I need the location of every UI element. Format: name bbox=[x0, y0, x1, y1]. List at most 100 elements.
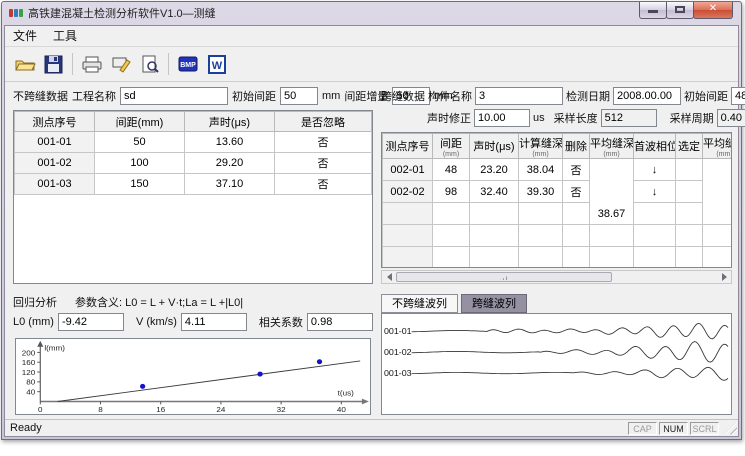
table-row[interactable]: 002-02 98 32.40 39.30 否 ↓ bbox=[383, 181, 733, 203]
window-body: 文件 工具 bbox=[4, 25, 739, 437]
v-input[interactable] bbox=[181, 313, 247, 331]
regression-chart: 08162432404080120160200l(mm)t(us) bbox=[16, 339, 370, 414]
resize-grip-icon[interactable] bbox=[724, 422, 737, 435]
col-header: 是否忽略 bbox=[275, 112, 372, 132]
svg-text:W: W bbox=[211, 60, 222, 72]
menu-file[interactable]: 文件 bbox=[5, 26, 45, 46]
table-row[interactable] bbox=[383, 247, 733, 269]
col-header: 平均缝深(mm) bbox=[703, 134, 733, 159]
col-header: 测点序号 bbox=[15, 112, 95, 132]
col-header: 首波相位 bbox=[634, 134, 676, 159]
corr-label: 相关系数 bbox=[259, 314, 303, 330]
open-folder-icon bbox=[14, 55, 36, 73]
l0-label: L0 (mm) bbox=[13, 316, 54, 328]
print-setup-button[interactable] bbox=[107, 51, 134, 78]
waveform-trace bbox=[412, 323, 728, 339]
export-word-button[interactable]: W bbox=[203, 51, 230, 78]
col-header: 测点序号 bbox=[383, 134, 433, 159]
first-wave-phase-down-icon[interactable]: ↓ bbox=[634, 181, 676, 203]
svg-text:l(mm): l(mm) bbox=[44, 344, 65, 353]
first-wave-phase-down-icon[interactable]: ↓ bbox=[634, 159, 676, 181]
corr-input[interactable] bbox=[307, 313, 373, 331]
table-row[interactable]: 002-01 48 23.20 38.04 否 38.67 ↓ bbox=[383, 159, 733, 181]
print-preview-button[interactable] bbox=[136, 51, 163, 78]
window-title: 高铁建混凝土检测分析软件V1.0—测缝 bbox=[28, 5, 216, 21]
time-corr-unit: us bbox=[533, 112, 545, 124]
project-name-label: 工程名称 bbox=[72, 88, 116, 104]
svg-text:120: 120 bbox=[22, 368, 36, 377]
save-icon bbox=[44, 55, 63, 74]
scrollbar-thumb[interactable] bbox=[396, 272, 612, 282]
app-window: 高铁建混凝土检测分析软件V1.0—测缝 ✕ 文件 工具 bbox=[1, 1, 742, 440]
col-header: 间距(mm) bbox=[433, 134, 470, 159]
sample-len-input bbox=[601, 109, 657, 127]
toolbar-separator bbox=[168, 53, 169, 75]
section-label-noncrossing: 不跨缝数据 bbox=[13, 88, 68, 104]
sample-period-input bbox=[717, 109, 745, 127]
col-header: 声时(μs) bbox=[185, 112, 275, 132]
app-icon bbox=[9, 6, 23, 20]
export-bmp-button[interactable]: BMP bbox=[174, 51, 201, 78]
wave-label: 001-03 bbox=[384, 368, 412, 378]
statusbar: Ready CAP NUM SCRL bbox=[5, 419, 738, 436]
titlebar[interactable]: 高铁建混凝土检测分析软件V1.0—测缝 ✕ bbox=[2, 2, 741, 24]
crossing-table: 测点序号 间距(mm) 声时(μs) 计算缝深(mm) 删除 平均缝深(mm) … bbox=[381, 132, 732, 268]
table-row[interactable] bbox=[383, 203, 733, 225]
avg-depth-cell[interactable]: 38.67 bbox=[590, 159, 634, 225]
init-spacing2-label: 初始间距 bbox=[684, 88, 728, 104]
crossing-panel: 跨缝数据 构件名称 检测日期 初始间距 mm 声时修正 us 采样长度 采样周期 bbox=[381, 86, 732, 284]
close-button[interactable]: ✕ bbox=[693, 2, 733, 19]
wave-label: 001-01 bbox=[384, 326, 412, 336]
section-label-crossing: 跨缝数据 bbox=[381, 88, 425, 104]
print-setup-icon bbox=[110, 55, 132, 74]
maximize-button[interactable] bbox=[666, 2, 694, 19]
init-spacing-unit: mm bbox=[322, 90, 340, 102]
wave-label: 001-02 bbox=[384, 347, 412, 357]
svg-text:80: 80 bbox=[26, 378, 36, 387]
scroll-right-icon[interactable] bbox=[718, 272, 730, 282]
svg-text:40: 40 bbox=[337, 405, 347, 414]
menubar: 文件 工具 bbox=[5, 26, 738, 47]
non-crossing-table: 测点序号 间距(mm) 声时(μs) 是否忽略 001-01 50 13.60 … bbox=[13, 110, 373, 284]
regression-chart-box: 08162432404080120160200l(mm)t(us) bbox=[15, 338, 371, 415]
date-input[interactable] bbox=[613, 87, 681, 105]
save-button[interactable] bbox=[40, 51, 67, 78]
init-spacing-input[interactable] bbox=[280, 87, 318, 105]
col-header: 声时(μs) bbox=[470, 134, 519, 159]
num-indicator: NUM bbox=[659, 422, 688, 435]
open-button[interactable] bbox=[11, 51, 38, 78]
regression-label: 回归分析 bbox=[13, 294, 57, 310]
svg-text:32: 32 bbox=[277, 405, 286, 414]
svg-text:160: 160 bbox=[22, 358, 36, 367]
avg-depth-cell-2[interactable] bbox=[703, 159, 733, 225]
tab-noncrossing-waves[interactable]: 不跨缝波列 bbox=[381, 294, 458, 313]
print-button[interactable] bbox=[78, 51, 105, 78]
maximize-icon bbox=[675, 6, 685, 13]
component-input[interactable] bbox=[475, 87, 563, 105]
formula-label: 参数含义: L0 = L + V·t;La = L +|L0| bbox=[75, 294, 243, 310]
minimize-button[interactable] bbox=[639, 2, 667, 19]
l0-input[interactable] bbox=[58, 313, 124, 331]
svg-text:0: 0 bbox=[38, 405, 43, 414]
horizontal-scrollbar[interactable] bbox=[381, 270, 732, 284]
col-header: 选定 bbox=[676, 134, 703, 159]
project-name-input[interactable] bbox=[120, 87, 228, 105]
menu-tools[interactable]: 工具 bbox=[45, 26, 85, 46]
print-preview-icon bbox=[140, 55, 160, 74]
regression-panel: 回归分析 参数含义: L0 = L + V·t;La = L +|L0| L0 … bbox=[13, 294, 373, 415]
time-corr-input[interactable] bbox=[474, 109, 530, 127]
time-corr-label: 声时修正 bbox=[427, 110, 471, 126]
bmp-icon: BMP bbox=[177, 55, 199, 74]
init-spacing2-input[interactable] bbox=[731, 87, 745, 105]
table-row[interactable]: 001-03 150 37.10 否 bbox=[15, 174, 372, 195]
scroll-left-icon[interactable] bbox=[383, 272, 395, 282]
table-row[interactable]: 001-02 100 29.20 否 bbox=[15, 153, 372, 174]
tab-crossing-waves[interactable]: 跨缝波列 bbox=[461, 294, 527, 313]
init-spacing-label: 初始间距 bbox=[232, 88, 276, 104]
svg-text:24: 24 bbox=[216, 405, 226, 414]
table-row[interactable]: 001-01 50 13.60 否 bbox=[15, 132, 372, 153]
printer-icon bbox=[81, 55, 103, 74]
toolbar-separator bbox=[72, 53, 73, 75]
svg-text:200: 200 bbox=[22, 348, 36, 357]
table-row[interactable] bbox=[383, 225, 733, 247]
